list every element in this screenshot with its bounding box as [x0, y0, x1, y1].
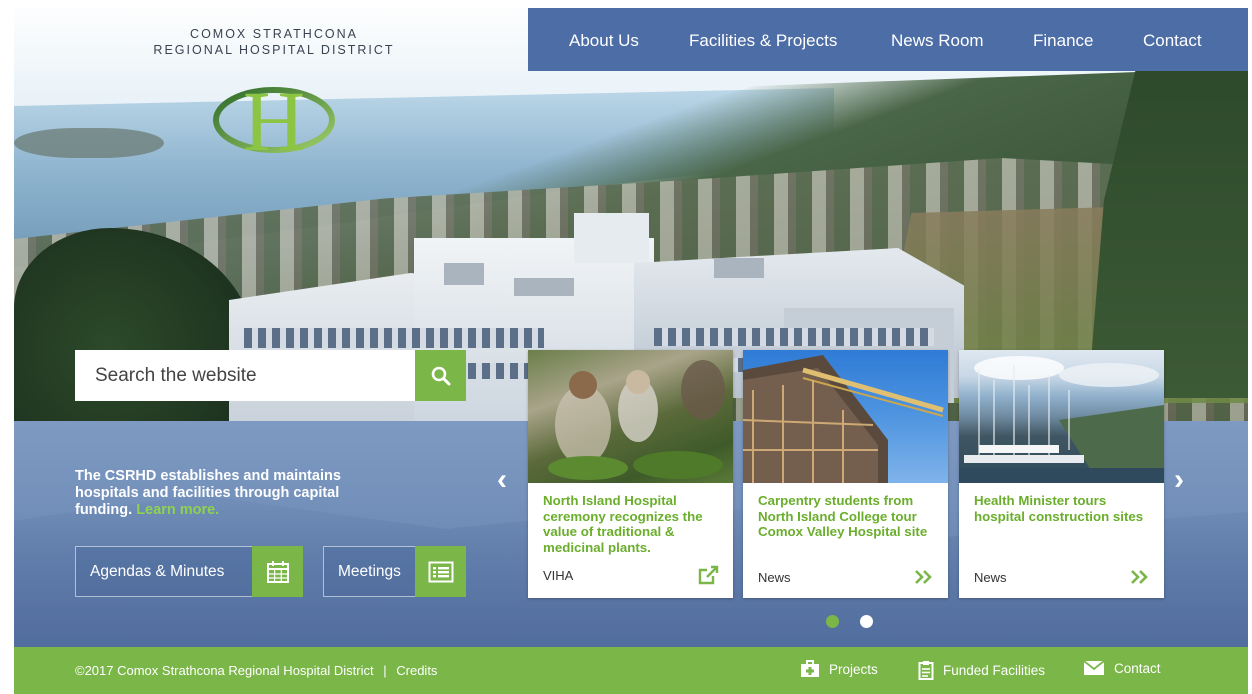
roof-unit — [444, 263, 484, 285]
agendas-minutes-button[interactable]: Agendas & Minutes — [75, 546, 303, 597]
logo-h-icon[interactable]: H — [209, 70, 339, 168]
card-title: Carpentry students from North Island Col… — [758, 493, 928, 539]
logo-letter: H — [243, 73, 305, 168]
calendar-icon — [252, 546, 303, 597]
site-logo-text[interactable]: COMOX STRATHCONA REGIONAL HOSPITAL DISTR… — [149, 26, 399, 58]
news-card[interactable]: Health Minister tours hospital construct… — [959, 350, 1164, 598]
card-tag: News — [758, 569, 791, 585]
card-tag: VIHA — [543, 567, 574, 583]
building-windows — [654, 328, 934, 346]
carousel-dots — [826, 615, 873, 628]
main-nav: About Us Facilities & Projects News Room… — [528, 8, 1248, 71]
hero-island — [14, 128, 164, 158]
envelope-icon — [1083, 660, 1105, 675]
learn-more-link[interactable]: Learn more. — [136, 502, 219, 518]
footer: ©2017 Comox Strathcona Regional Hospital… — [14, 647, 1248, 694]
credits-link[interactable]: Credits — [396, 663, 437, 678]
card-title: Health Minister tours hospital construct… — [974, 493, 1144, 524]
card-title: North Island Hospital ceremony recognize… — [543, 493, 703, 555]
page-frame: COMOX STRATHCONA REGIONAL HOSPITAL DISTR… — [14, 8, 1248, 694]
roof-unit — [714, 258, 764, 278]
nav-about-us[interactable]: About Us — [569, 31, 639, 51]
search-input[interactable] — [75, 350, 415, 401]
roof-unit — [514, 278, 574, 296]
footer-separator: | — [383, 663, 387, 678]
footer-link-label: Contact — [1114, 660, 1161, 676]
double-chevron-right-icon — [1131, 570, 1148, 584]
carousel-prev-arrow[interactable]: ‹ — [497, 463, 507, 497]
carousel-next-arrow[interactable]: › — [1174, 463, 1184, 497]
search-button[interactable] — [415, 350, 466, 401]
footer-link-label: Projects — [829, 661, 878, 677]
logo-line-1: COMOX STRATHCONA — [190, 27, 358, 41]
building-windows — [244, 328, 544, 348]
medical-kit-icon — [801, 660, 819, 677]
nav-finance[interactable]: Finance — [1033, 31, 1093, 51]
copyright-text: ©2017 Comox Strathcona Regional Hospital… — [75, 663, 374, 678]
news-card[interactable]: North Island Hospital ceremony recognize… — [528, 350, 733, 598]
card-image-marina — [959, 350, 1164, 483]
meetings-button[interactable]: Meetings — [323, 546, 466, 597]
search-icon — [431, 366, 450, 385]
card-tag: News — [974, 569, 1007, 585]
double-chevron-right-icon — [915, 570, 932, 584]
list-icon — [415, 546, 466, 597]
card-image-construction — [743, 350, 948, 483]
intro-text: The CSRHD establishes and maintains hosp… — [75, 468, 375, 519]
news-card[interactable]: Carpentry students from North Island Col… — [743, 350, 948, 598]
footer-link-label: Funded Facilities — [943, 662, 1046, 678]
search-bar — [75, 350, 466, 401]
meetings-label: Meetings — [338, 562, 401, 580]
card-image-plants — [528, 350, 733, 483]
nav-facilities-projects[interactable]: Facilities & Projects — [689, 31, 837, 51]
footer-link-contact[interactable]: Contact — [1083, 660, 1161, 676]
agendas-minutes-label: Agendas & Minutes — [90, 562, 225, 580]
footer-copyright: ©2017 Comox Strathcona Regional Hospital… — [75, 663, 437, 678]
clipboard-icon — [918, 661, 934, 680]
carousel-dot-active[interactable] — [826, 615, 839, 628]
footer-link-projects[interactable]: Projects — [800, 660, 878, 678]
carousel-dot[interactable] — [860, 615, 873, 628]
logo-line-2: REGIONAL HOSPITAL DISTRICT — [153, 43, 395, 57]
footer-link-funded-facilities[interactable]: Funded Facilities — [918, 660, 1045, 680]
hospital-building — [574, 213, 649, 263]
external-link-icon — [698, 565, 719, 585]
nav-news-room[interactable]: News Room — [891, 31, 984, 51]
nav-contact[interactable]: Contact — [1143, 31, 1202, 51]
